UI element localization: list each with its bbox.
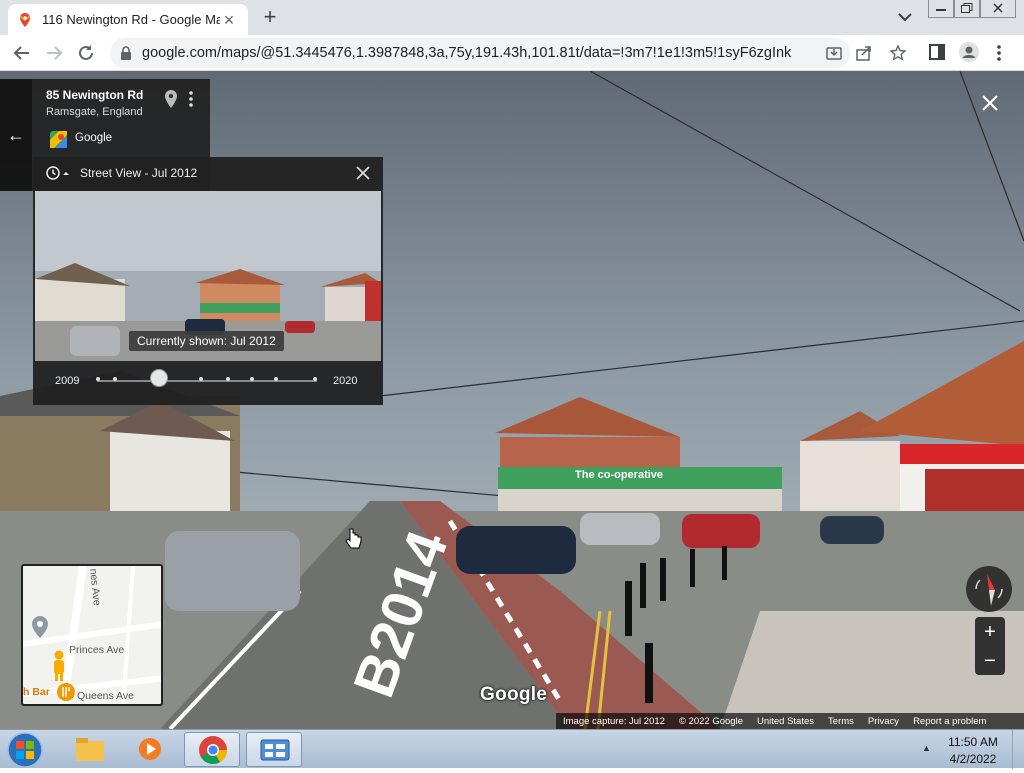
side-panel-icon[interactable] <box>929 44 945 60</box>
tab-title: 116 Newington Rd - Google Maps <box>42 12 220 27</box>
browser-toolbar: google.com/maps/@51.3445476,1.3987848,3a… <box>0 35 1024 71</box>
timeline-tick[interactable] <box>226 377 230 381</box>
street-view-viewport[interactable]: B2014 The co-operative ← 85 Newington Rd… <box>0 71 1024 729</box>
time-machine-title: Street View - Jul 2012 <box>80 166 198 180</box>
timeline-tick[interactable] <box>274 377 278 381</box>
chrome-icon <box>199 736 227 764</box>
copyright-text: © 2022 Google <box>678 715 743 727</box>
back-arrow-icon[interactable] <box>11 42 33 64</box>
timeline-slider-handle[interactable] <box>150 369 168 387</box>
pegman-icon[interactable] <box>49 650 69 686</box>
close-icon <box>993 3 1003 13</box>
terms-link[interactable]: Terms <box>821 716 861 727</box>
timeline-tick[interactable] <box>113 377 117 381</box>
new-tab-button[interactable]: + <box>258 6 282 28</box>
region-link[interactable]: United States <box>750 716 821 727</box>
mini-map[interactable]: nes Ave Princes Ave Queens Ave h Bar <box>21 564 163 706</box>
lock-icon[interactable] <box>120 46 132 60</box>
taskbar-clock-time[interactable]: 11:50 AM <box>948 735 998 749</box>
control-panel-icon <box>260 739 290 761</box>
mini-map-street-label: Queens Ave <box>77 690 135 702</box>
file-explorer-taskbar-button[interactable] <box>62 732 118 767</box>
mini-map-place-label: h Bar <box>23 686 50 698</box>
zoom-controls: + − <box>975 617 1005 675</box>
back-to-map-button[interactable]: ← <box>0 79 32 191</box>
timeline-tick[interactable] <box>96 377 100 381</box>
compass-button[interactable] <box>966 566 1012 612</box>
close-icon[interactable] <box>355 165 371 181</box>
chevron-down-icon[interactable] <box>896 9 914 25</box>
address-bar[interactable]: google.com/maps/@51.3445476,1.3987848,3a… <box>110 38 906 68</box>
privacy-link[interactable]: Privacy <box>861 716 906 727</box>
install-icon[interactable] <box>826 45 842 61</box>
coop-sign-text: The co-operative <box>575 469 663 481</box>
timeline-tick[interactable] <box>313 377 317 381</box>
minimize-button[interactable] <box>928 0 954 18</box>
show-hidden-icons-arrow[interactable]: ▲ <box>922 743 931 753</box>
google-maps-pin-icon <box>20 12 30 27</box>
start-button-icon[interactable] <box>5 732 45 768</box>
image-source-label[interactable]: Google <box>75 132 112 144</box>
location-subtitle: Ramsgate, England <box>46 106 143 118</box>
reload-icon[interactable] <box>75 42 97 64</box>
compass-icon <box>975 574 1003 606</box>
show-desktop-button[interactable] <box>1012 730 1024 769</box>
taskbar-clock-date[interactable]: 4/2/2022 <box>946 752 1000 766</box>
place-marker-icon[interactable] <box>31 616 49 638</box>
mini-map-street-label: Princes Ave <box>69 644 125 656</box>
map-pin-icon[interactable] <box>164 90 178 108</box>
windows-taskbar: ▲ 11:50 AM 4/2/2022 <box>0 729 1024 769</box>
url-text[interactable]: google.com/maps/@51.3445476,1.3987848,3a… <box>142 45 792 61</box>
restore-button[interactable] <box>954 0 980 18</box>
google-maps-icon <box>50 131 67 148</box>
profile-avatar-icon[interactable] <box>959 42 979 62</box>
location-title: 85 Newington Rd <box>46 88 144 102</box>
tab-strip: 116 Newington Rd - Google Maps × + <box>0 0 1024 35</box>
history-clock-icon[interactable] <box>45 165 69 181</box>
forward-arrow-icon[interactable] <box>43 42 65 64</box>
window-close-button[interactable] <box>980 0 1016 18</box>
close-street-view-icon[interactable] <box>980 93 1000 113</box>
zoom-in-button[interactable]: + <box>975 618 1005 646</box>
minimize-icon <box>936 9 946 11</box>
timeline-end-year: 2020 <box>333 375 358 387</box>
folder-icon <box>76 738 104 761</box>
media-player-icon <box>139 738 161 760</box>
more-options-icon[interactable] <box>188 90 194 108</box>
timeline-tick[interactable] <box>199 377 203 381</box>
time-machine-panel: Street View - Jul 2012 Currently shown: … <box>33 157 383 405</box>
control-panel-taskbar-button[interactable] <box>246 732 302 767</box>
tab-close-button[interactable]: × <box>220 11 238 29</box>
restaurant-marker-icon[interactable] <box>56 682 76 704</box>
report-problem-link[interactable]: Report a problem <box>906 716 993 727</box>
browser-tab[interactable]: 116 Newington Rd - Google Maps × <box>8 4 248 35</box>
restore-icon <box>961 3 973 13</box>
image-capture-date: Image capture: Jul 2012 <box>563 715 665 727</box>
zoom-out-button[interactable]: − <box>975 647 1005 675</box>
timeline-tick[interactable] <box>250 377 254 381</box>
bookmark-star-icon[interactable] <box>890 45 906 61</box>
timeline-slider-track[interactable] <box>97 380 317 382</box>
kebab-menu-icon[interactable] <box>996 44 1002 62</box>
currently-shown-tooltip: Currently shown: Jul 2012 <box>129 331 284 351</box>
timeline-start-year: 2009 <box>55 375 80 387</box>
chrome-taskbar-button[interactable] <box>184 732 240 767</box>
google-watermark: Google <box>480 684 548 705</box>
hand-cursor-icon <box>345 528 362 549</box>
media-player-taskbar-button[interactable] <box>122 732 178 767</box>
map-footer: Image capture: Jul 2012 © 2022 Google Un… <box>556 713 1024 729</box>
share-icon[interactable] <box>856 45 872 61</box>
